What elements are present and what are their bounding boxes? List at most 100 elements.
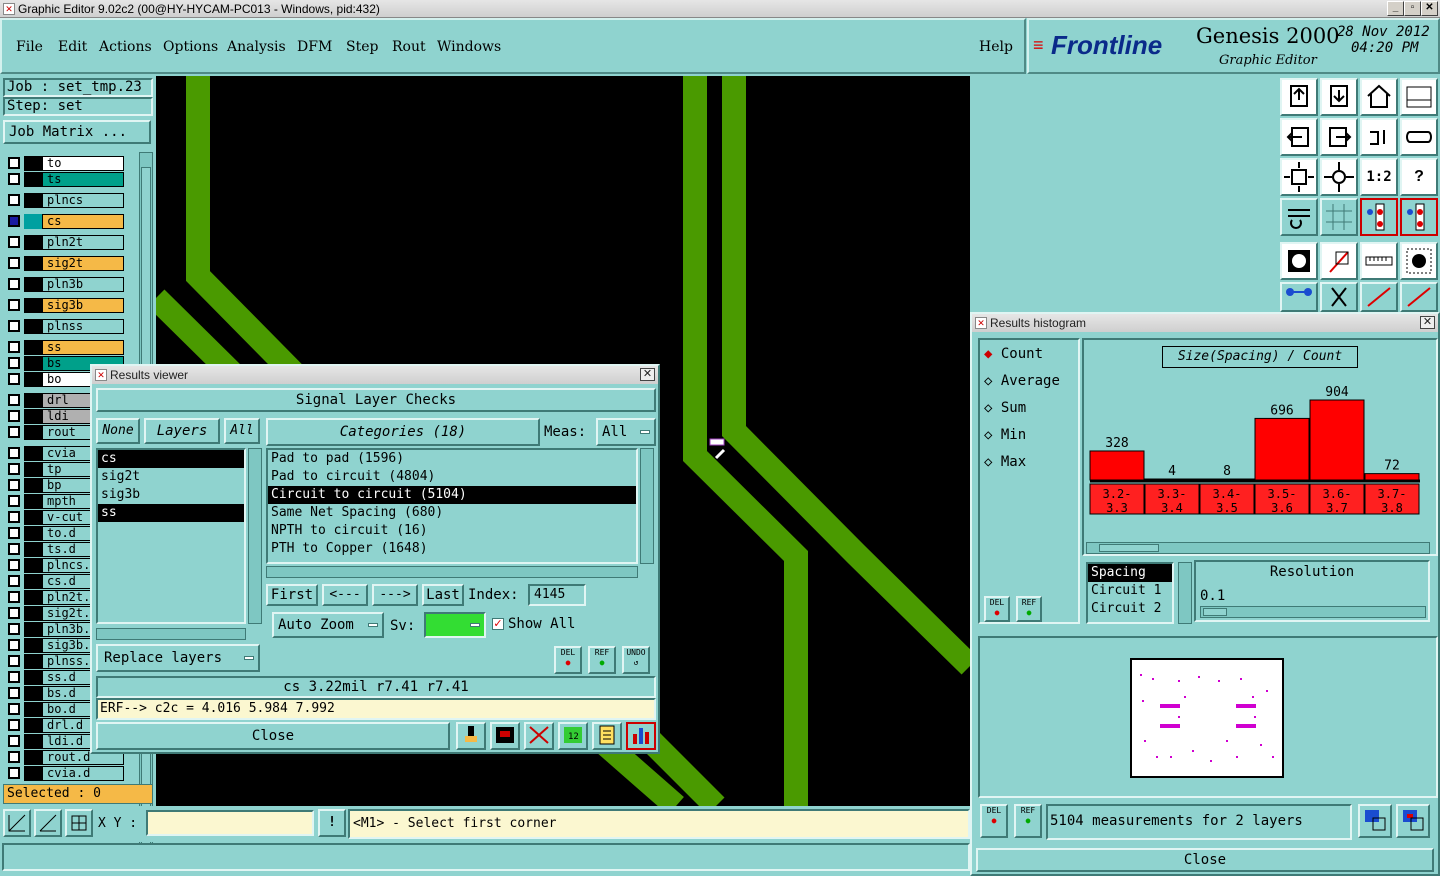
category-item[interactable]: Pad to circuit (4804) — [268, 468, 636, 486]
maximize-button[interactable]: ▫ — [1404, 1, 1421, 16]
field-item[interactable]: Circuit 1 — [1088, 582, 1172, 600]
angle-tool-icon[interactable] — [34, 809, 62, 837]
close-window-button[interactable]: ✕ — [1421, 1, 1438, 16]
help-icon[interactable]: ? — [1400, 158, 1438, 196]
layer-row-cvia.d[interactable]: cvia.d — [6, 766, 124, 781]
layer-row-plnss[interactable]: plnss — [6, 319, 124, 334]
route-alt-icon[interactable] — [1400, 282, 1438, 312]
layer-checkbox[interactable] — [8, 751, 20, 763]
histogram-del-button[interactable]: DEL ● — [984, 596, 1010, 622]
preview-ref-button[interactable]: REF ● — [1014, 804, 1042, 838]
layer-checkbox[interactable] — [8, 373, 20, 385]
layer-checkbox[interactable] — [8, 278, 20, 290]
zoom-extents-icon[interactable] — [1280, 158, 1318, 196]
xy-input[interactable] — [146, 810, 314, 836]
layer-row-pln3b[interactable]: pln3b — [6, 277, 124, 292]
last-button[interactable]: Last — [422, 584, 464, 606]
ruler-icon[interactable] — [1360, 242, 1398, 280]
layer-checkbox[interactable] — [8, 320, 20, 332]
category-hscroll[interactable] — [266, 566, 638, 578]
layer-list[interactable]: cs sig2t sig3b ss — [96, 448, 246, 624]
layer-checkbox[interactable] — [8, 157, 20, 169]
menu-help[interactable]: Help — [979, 39, 1013, 55]
layer-checkbox[interactable] — [8, 623, 20, 635]
category-item[interactable]: Pad to pad (1596) — [268, 450, 636, 468]
layer-checkbox[interactable] — [8, 575, 20, 587]
show-all-checkbox[interactable]: ✓ — [492, 618, 504, 630]
none-button[interactable]: None — [96, 418, 140, 444]
measure-pad-icon[interactable] — [1280, 242, 1318, 280]
layer-checkbox[interactable] — [8, 591, 20, 603]
category-item[interactable]: Circuit to circuit (5104) — [268, 486, 636, 504]
resolution-slider[interactable] — [1200, 606, 1426, 618]
del-button[interactable]: DEL ● — [554, 646, 582, 674]
next-button[interactable]: ---> — [372, 584, 418, 606]
layer-list-hscroll[interactable] — [96, 628, 246, 640]
menu-step[interactable]: Step — [346, 39, 378, 55]
layer-checkbox[interactable] — [8, 703, 20, 715]
menu-rout[interactable]: Rout — [392, 39, 426, 55]
snap-off-icon[interactable] — [1400, 198, 1438, 236]
layer-checkbox[interactable] — [8, 527, 20, 539]
layer-row-pln2t[interactable]: pln2t — [6, 235, 124, 250]
display-icon[interactable] — [490, 722, 520, 750]
layer-list-scrollbar[interactable] — [248, 448, 262, 624]
field-item[interactable]: Spacing — [1088, 564, 1172, 582]
pan-left-icon[interactable] — [1280, 118, 1318, 156]
report-icon[interactable] — [592, 722, 622, 750]
layer-checkbox[interactable] — [8, 479, 20, 491]
meas-dropdown[interactable]: All — [596, 418, 656, 446]
snap-on-icon[interactable] — [1360, 198, 1398, 236]
layer-checkbox[interactable] — [8, 173, 20, 185]
layer-list-item[interactable]: sig2t — [98, 468, 244, 486]
layer-list-item[interactable]: ss — [98, 504, 244, 522]
layer-row-cs[interactable]: cs — [6, 214, 124, 229]
ref-delete-icon[interactable] — [524, 722, 554, 750]
cross-icon[interactable] — [1320, 282, 1358, 312]
field-list[interactable]: Spacing Circuit 1 Circuit 2 — [1086, 562, 1174, 624]
layer-checkbox[interactable] — [8, 426, 20, 438]
menu-analysis[interactable]: Analysis — [227, 39, 286, 55]
minimize-button[interactable]: _ — [1387, 1, 1404, 16]
replace-layers-dropdown[interactable]: Replace layers — [96, 644, 260, 672]
undo-view-icon[interactable] — [1360, 118, 1398, 156]
layer-row-sig3b[interactable]: sig3b — [6, 298, 124, 313]
circle-select-icon[interactable] — [1400, 242, 1438, 280]
option-min[interactable]: ◇ Min — [984, 427, 1026, 443]
layer-checkbox[interactable] — [8, 655, 20, 667]
layer-row-sig2t[interactable]: sig2t — [6, 256, 124, 271]
layer-list-item[interactable]: cs — [98, 450, 244, 468]
zoom-to-result-icon[interactable] — [1358, 804, 1392, 838]
layer-row-to[interactable]: to — [6, 156, 124, 171]
zoom-center-icon[interactable] — [1320, 158, 1358, 196]
layer-list-item[interactable]: sig3b — [98, 486, 244, 504]
menu-edit[interactable]: Edit — [58, 39, 87, 55]
option-sum[interactable]: ◇ Sum — [984, 400, 1026, 416]
compare-icon[interactable]: 12 — [558, 722, 588, 750]
histogram-close-button[interactable]: Close — [976, 848, 1434, 872]
all-button[interactable]: All — [224, 418, 260, 444]
zoom-up-icon[interactable] — [1280, 78, 1318, 116]
field-list-scrollbar[interactable] — [1178, 562, 1192, 624]
layer-checkbox[interactable] — [8, 394, 20, 406]
layers-button[interactable]: Layers — [144, 418, 220, 444]
scale-1-2-icon[interactable]: 1:2 — [1360, 158, 1398, 196]
job-matrix-button[interactable]: Job Matrix ... — [3, 120, 151, 144]
layer-checkbox[interactable] — [8, 463, 20, 475]
layer-checkbox[interactable] — [8, 495, 20, 507]
option-average[interactable]: ◇ Average — [984, 373, 1060, 389]
layer-checkbox[interactable] — [8, 341, 20, 353]
preview-del-button[interactable]: DEL ● — [980, 804, 1008, 838]
option-count[interactable]: ◆ Count — [984, 346, 1043, 362]
auto-zoom-dropdown[interactable]: Auto Zoom — [272, 612, 384, 638]
categories-button[interactable]: Categories (18) — [266, 418, 540, 446]
net-icon[interactable] — [1280, 282, 1318, 312]
histogram-ref-button[interactable]: REF ● — [1016, 596, 1042, 622]
results-viewer-close-button[interactable]: Close — [96, 722, 450, 750]
category-scrollbar[interactable] — [640, 448, 654, 564]
zoom-down-icon[interactable] — [1320, 78, 1358, 116]
layer-checkbox[interactable] — [8, 639, 20, 651]
layer-checkbox[interactable] — [8, 559, 20, 571]
layer-checkbox[interactable] — [8, 735, 20, 747]
category-item[interactable]: Same Net Spacing (680) — [268, 504, 636, 522]
